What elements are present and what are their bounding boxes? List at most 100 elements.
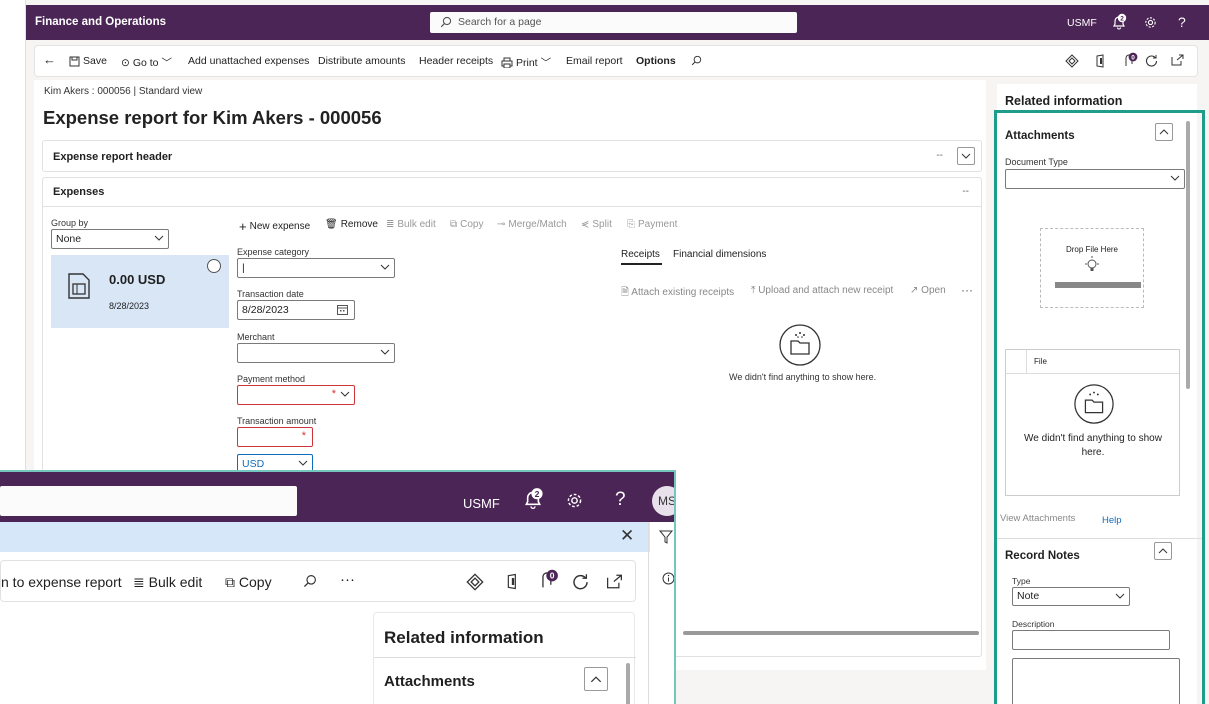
go-to-icon: ⊙ xyxy=(121,56,130,69)
open-button[interactable]: ↗ Open xyxy=(910,285,946,296)
upload-new-label: Upload and attach new receipt xyxy=(758,285,894,296)
attachments-icon[interactable]: 0 xyxy=(1123,52,1139,68)
filter-icon[interactable] xyxy=(659,530,673,544)
fasttab-summary: -- xyxy=(962,186,969,197)
add-unattached-expenses-button[interactable]: Add unattached expenses xyxy=(188,55,309,67)
page-search-box[interactable]: Search for a page xyxy=(430,12,797,33)
notifications-bell-icon[interactable]: 2 xyxy=(521,487,545,511)
expense-card[interactable]: 0.00 USD 8/28/2023 xyxy=(51,255,229,328)
active-tab-underline xyxy=(621,263,662,265)
collapse-chevron-icon[interactable] xyxy=(1155,123,1173,141)
options-tab[interactable]: Options xyxy=(636,55,676,67)
note-text-area[interactable] xyxy=(1012,658,1180,704)
bulk-edit-button[interactable]: ≣ Bulk edit xyxy=(386,219,436,230)
open-new-window-icon[interactable] xyxy=(1171,54,1184,66)
secondary-related-information-pane: Related information Attachments xyxy=(373,612,636,704)
settings-gear-icon[interactable] xyxy=(566,492,583,509)
plus-icon: + xyxy=(239,219,247,234)
user-avatar[interactable]: MS xyxy=(652,486,674,516)
email-report-button[interactable]: Email report xyxy=(566,55,623,67)
company-picker[interactable]: USMF xyxy=(1067,17,1097,29)
document-type-select[interactable] xyxy=(1005,169,1185,189)
split-label: Split xyxy=(592,219,612,230)
horizontal-scrollbar[interactable] xyxy=(683,631,979,635)
refresh-icon[interactable] xyxy=(572,573,589,590)
print-menu[interactable]: Print ﹀ xyxy=(501,55,551,70)
page-search-box[interactable] xyxy=(0,486,297,516)
header-receipts-button[interactable]: Header receipts xyxy=(419,55,493,67)
action-search-icon[interactable] xyxy=(303,574,317,588)
diamond-icon[interactable] xyxy=(1065,54,1079,68)
collapse-chevron-icon[interactable] xyxy=(584,667,608,691)
tab-receipts[interactable]: Receipts xyxy=(621,249,660,260)
file-column-header[interactable]: File xyxy=(1034,357,1047,366)
settings-gear-icon[interactable] xyxy=(1144,16,1157,29)
payment-method-select[interactable]: * xyxy=(237,385,355,405)
new-expense-label: New expense xyxy=(249,221,311,232)
divider xyxy=(648,522,649,704)
copy-icon: ⧉ xyxy=(450,219,458,230)
calendar-icon[interactable] xyxy=(337,304,348,315)
related-information-title: Related information xyxy=(1005,94,1123,108)
open-new-window-icon[interactable] xyxy=(606,574,623,589)
group-by-select[interactable]: None xyxy=(51,229,169,249)
fasttab-title[interactable]: Expenses xyxy=(53,186,104,198)
company-picker[interactable]: USMF xyxy=(463,496,500,511)
save-button[interactable]: Save xyxy=(69,55,107,67)
vertical-scrollbar[interactable] xyxy=(1186,121,1190,389)
more-options-button[interactable]: ··· xyxy=(961,283,973,297)
info-icon[interactable] xyxy=(662,572,674,585)
merge-icon: ⊸ xyxy=(497,219,506,230)
attachments-icon[interactable]: 0 xyxy=(539,569,560,590)
more-options-button[interactable]: ··· xyxy=(340,571,355,588)
notifications-bell-icon[interactable]: 2 xyxy=(1110,13,1128,31)
distribute-amounts-button[interactable]: Distribute amounts xyxy=(318,55,406,67)
open-label: Open xyxy=(921,285,946,296)
action-search-icon[interactable] xyxy=(691,55,702,66)
document-type-label: Document Type xyxy=(1005,157,1068,167)
note-type-label: Type xyxy=(1012,576,1031,586)
office-icon[interactable] xyxy=(1095,54,1107,68)
attach-existing-receipts-button[interactable]: 🗎 Attach existing receipts xyxy=(621,285,734,302)
office-icon[interactable] xyxy=(506,573,520,590)
vertical-scrollbar[interactable] xyxy=(626,663,630,704)
select-radio[interactable] xyxy=(207,259,221,273)
description-input[interactable] xyxy=(1012,630,1170,650)
go-to-menu[interactable]: ⊙ Go to ﹀ xyxy=(121,55,172,70)
transaction-amount-field[interactable]: * xyxy=(237,427,313,447)
tab-financial-dimensions[interactable]: Financial dimensions xyxy=(673,249,766,260)
close-icon[interactable]: ✕ xyxy=(620,526,634,546)
upload-new-receipt-button[interactable]: ⤒ Upload and attach new receipt xyxy=(751,285,893,296)
back-button[interactable]: ← xyxy=(43,52,56,67)
expense-category-select[interactable]: | xyxy=(237,258,395,278)
merchant-select[interactable] xyxy=(237,343,395,363)
drop-file-zone[interactable]: Drop File Here xyxy=(1040,228,1144,308)
attachments-title: Attachments xyxy=(384,673,475,690)
new-expense-button[interactable]: + New expense xyxy=(239,219,310,234)
bulk-edit-button[interactable]: ≣ Bulk edit xyxy=(133,574,202,591)
transaction-date-field[interactable]: 8/28/2023 xyxy=(237,300,355,320)
expand-chevron-icon[interactable] xyxy=(957,147,975,165)
trash-icon: 🗑 xyxy=(325,219,338,230)
app-title[interactable]: Finance and Operations xyxy=(35,16,166,28)
merge-match-button[interactable]: ⊸ Merge/Match xyxy=(497,219,567,230)
breadcrumb[interactable]: Kim Akers : 000056 | Standard view xyxy=(44,86,202,97)
copy-button[interactable]: ⧉ Copy xyxy=(225,574,272,591)
chevron-down-icon xyxy=(380,349,390,355)
help-button[interactable]: ? xyxy=(1178,14,1186,30)
remove-button[interactable]: 🗑 Remove xyxy=(325,219,378,230)
save-label: Save xyxy=(83,55,107,67)
diamond-icon[interactable] xyxy=(466,573,484,591)
add-to-expense-report-button[interactable]: n to expense report xyxy=(1,574,122,590)
copy-button[interactable]: ⧉ Copy xyxy=(450,219,484,230)
refresh-icon[interactable] xyxy=(1145,54,1158,67)
note-type-select[interactable]: Note xyxy=(1012,587,1130,606)
help-link[interactable]: Help xyxy=(1102,515,1122,526)
collapse-chevron-icon[interactable] xyxy=(1154,542,1172,560)
split-button[interactable]: ⋞ Split xyxy=(581,219,612,230)
expense-report-header-fasttab[interactable]: Expense report header -- xyxy=(42,140,982,172)
chevron-down-icon: ﹀ xyxy=(161,57,173,69)
help-button[interactable]: ? xyxy=(615,489,626,511)
payment-button[interactable]: ⎘ Payment xyxy=(627,219,677,230)
view-attachments-link[interactable]: View Attachments xyxy=(1000,513,1075,524)
